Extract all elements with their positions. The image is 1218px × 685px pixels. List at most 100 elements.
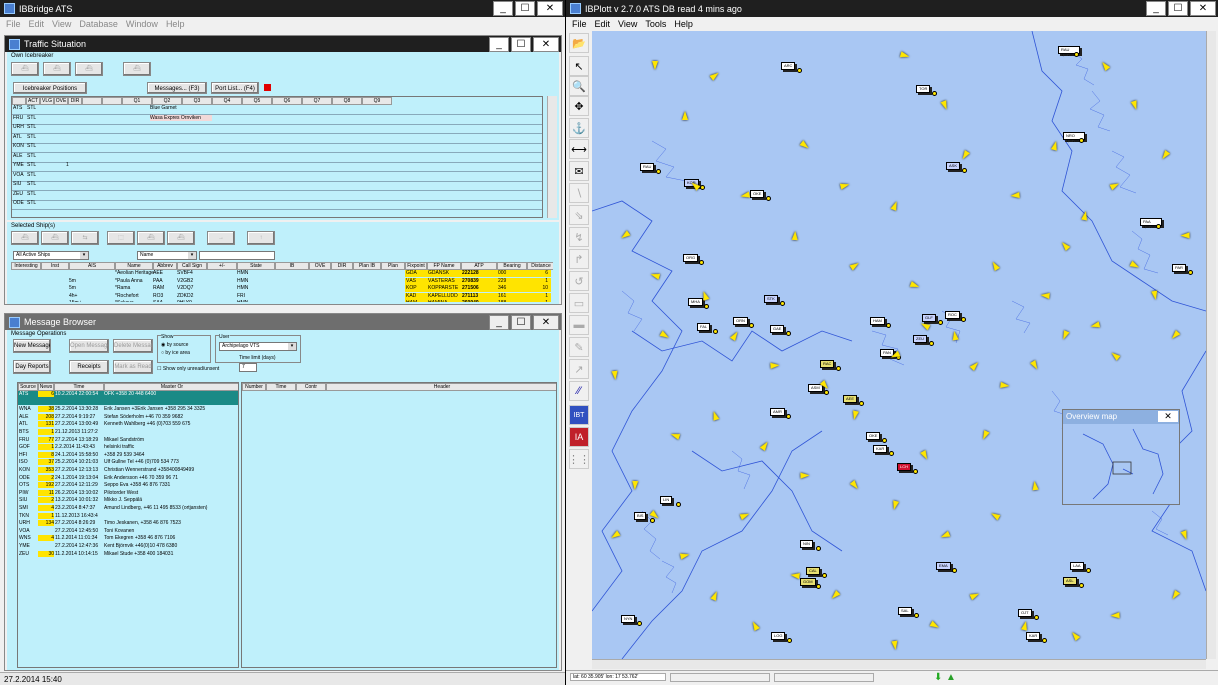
- close-icon[interactable]: ✕: [1158, 411, 1178, 422]
- icebreaker-code[interactable]: SIU: [13, 181, 26, 187]
- message-list-header[interactable]: Header: [326, 383, 556, 391]
- ship-arrow-icon[interactable]: [790, 571, 800, 580]
- ibbridge-titlebar[interactable]: IBBridge ATS _ ☐ ✕: [0, 0, 565, 17]
- menu-item-tools[interactable]: Tools: [645, 19, 666, 29]
- message-source-row[interactable]: FRU 77 27.2.2014 13:18:29 Mikael Sandström: [18, 436, 238, 444]
- minimize-icon[interactable]: _: [1146, 1, 1166, 16]
- ship-tool-7[interactable]: →: [207, 231, 235, 245]
- icebreaker-code[interactable]: FRU: [13, 115, 26, 121]
- ship-column-header[interactable]: DIR: [331, 262, 353, 270]
- ship-label[interactable]: AEE: [843, 395, 858, 403]
- ship-column-header[interactable]: AIS: [69, 262, 115, 270]
- message-source-row[interactable]: HFI 8 24.1.2014 15:58:50 +358 29 539 3464: [18, 451, 238, 459]
- maximize-icon[interactable]: ☐: [515, 1, 535, 16]
- minimize-icon[interactable]: _: [493, 1, 513, 16]
- ship-label[interactable]: ZEU: [913, 335, 927, 343]
- icebreaker-positions-button[interactable]: Icebreaker Positions: [13, 82, 87, 94]
- ship-row[interactable]: 15m+ *SakayaSAA9HLY9 HMN HAMHAMINA260949188…: [11, 300, 551, 302]
- message-source-row[interactable]: BTS 1 21.12.2013 11:27:2: [18, 429, 238, 436]
- map-horizontal-scrollbar[interactable]: [592, 659, 1206, 669]
- ship-arrow-icon[interactable]: [891, 640, 899, 651]
- ship-column-header[interactable]: FP Name: [427, 262, 461, 270]
- message-source-row[interactable]: WNA 38 25.2.2014 13:30:28 Erik Jansen +3Eri…: [18, 406, 238, 413]
- ship-tool-1[interactable]: ⛴: [11, 231, 39, 245]
- message-source-row[interactable]: TKN 1 11.12.2013 16:43:4: [18, 512, 238, 520]
- menu-item-database[interactable]: Database: [79, 19, 118, 29]
- ship-label[interactable]: AMR: [770, 408, 785, 416]
- ship-arrow-icon[interactable]: [1010, 192, 1020, 199]
- message-source-row[interactable]: [18, 399, 238, 406]
- ib-tool-3[interactable]: ⛴: [75, 62, 103, 76]
- icebreaker-code[interactable]: VOA: [13, 172, 26, 178]
- draw-icon-3[interactable]: ↯: [569, 227, 589, 247]
- message-source-row[interactable]: SIU 2 13.2.2014 10:01:32 Mikko J. Seppälä: [18, 497, 238, 504]
- open-message-button[interactable]: Open Message: [69, 339, 109, 353]
- maximize-icon[interactable]: ☐: [511, 315, 531, 330]
- traffic-grid-scrollbar[interactable]: [547, 96, 557, 218]
- message-source-row[interactable]: VOA 27.2.2014 12:45:50 Toni Kovanen: [18, 528, 238, 535]
- menu-item-help[interactable]: Help: [674, 19, 693, 29]
- ship-label[interactable]: ASL: [1063, 577, 1077, 585]
- ship-label[interactable]: ARC: [781, 62, 796, 70]
- sort-select[interactable]: Name ▾: [137, 251, 197, 260]
- ship-label[interactable]: OJT: [1018, 609, 1032, 617]
- ship-label[interactable]: LOG: [771, 632, 786, 640]
- ship-row[interactable]: 4h+ *Rochefort RO3 ZDKD2 FRI KAD KAPELLUDD 2711…: [11, 292, 551, 300]
- icebreaker-code[interactable]: ODE: [13, 200, 26, 206]
- draw-icon-1[interactable]: ∖: [569, 183, 589, 203]
- message-column-header[interactable]: News: [38, 383, 54, 391]
- ship-arrow-icon[interactable]: [651, 60, 659, 71]
- ship-label[interactable]: TOR: [916, 85, 931, 93]
- ship-tool-6[interactable]: ⛴: [167, 231, 195, 245]
- ship-column-header[interactable]: Inst: [41, 262, 69, 270]
- ship-tool-8[interactable]: ↑: [247, 231, 275, 245]
- ship-arrow-icon[interactable]: [1040, 292, 1050, 299]
- line-icon[interactable]: ⁄⁄: [569, 381, 589, 401]
- zoom-icon[interactable]: 🔍: [569, 76, 589, 96]
- ship-label[interactable]: CAL: [806, 567, 820, 575]
- ib-tool-2[interactable]: ⛴: [43, 62, 71, 76]
- message-source-row[interactable]: ATL 131 27.2.2014 13:00:49 Kenneth Wahlberg…: [18, 421, 238, 428]
- message-column-header[interactable]: Source: [18, 383, 38, 391]
- ship-column-header[interactable]: IB: [275, 262, 309, 270]
- ship-label[interactable]: EMA: [936, 562, 951, 570]
- time-limit-input[interactable]: 7: [239, 363, 257, 372]
- messages-button[interactable]: Messages... (F3): [147, 82, 207, 94]
- ship-column-header[interactable]: Fixpoint: [405, 262, 427, 270]
- ship-column-header[interactable]: State: [237, 262, 275, 270]
- ship-column-header[interactable]: ATP: [461, 262, 497, 270]
- ship-arrow-icon[interactable]: [791, 230, 799, 241]
- ship-arrow-icon[interactable]: [1110, 612, 1120, 619]
- ship-label[interactable]: ORN: [733, 317, 748, 325]
- ship-label[interactable]: OKE: [866, 432, 881, 440]
- ship-label[interactable]: SAL: [898, 607, 912, 615]
- menu-item-view[interactable]: View: [618, 19, 637, 29]
- ship-label[interactable]: RAU: [640, 163, 655, 171]
- draw-icon-8[interactable]: ✎: [569, 337, 589, 357]
- ship-arrow-icon[interactable]: [1031, 480, 1039, 491]
- ship-row[interactable]: 5m *Rama RAM V2DQ7 HMN KOP KOPPARSTE 271506 346 1…: [11, 285, 551, 292]
- grid-layer-icon[interactable]: ⋮⋮: [568, 449, 590, 469]
- close-icon[interactable]: ✕: [537, 1, 563, 16]
- message-source-row[interactable]: GOF 1 2.2.2014 11:43:43 helsinki traffic: [18, 444, 238, 451]
- draw-icon-7[interactable]: ▬: [569, 315, 589, 335]
- message-source-row[interactable]: YME 27.2.2014 12:47:36 Kent Björnvik +46(0…: [18, 543, 238, 550]
- menu-item-file[interactable]: File: [6, 19, 21, 29]
- ship-column-header[interactable]: ÖVE: [309, 262, 331, 270]
- pan-icon[interactable]: ✥: [569, 96, 589, 116]
- draw-icon-2[interactable]: ⇘: [569, 205, 589, 225]
- ia-layer-icon[interactable]: IA: [569, 427, 589, 447]
- pointer-icon[interactable]: ↖: [569, 56, 589, 76]
- icebreaker-code[interactable]: ATS: [13, 105, 26, 111]
- ship-label[interactable]: STK: [764, 295, 778, 303]
- ship-column-header[interactable]: Call Sign: [177, 262, 207, 270]
- close-icon[interactable]: ✕: [533, 37, 559, 52]
- draw-icon-9[interactable]: ↗: [569, 359, 589, 379]
- ship-column-header[interactable]: Interesting: [11, 262, 41, 270]
- ship-arrow-icon[interactable]: [951, 330, 959, 341]
- ship-label[interactable]: KAR: [873, 445, 888, 453]
- ship-arrow-icon[interactable]: [1151, 290, 1159, 301]
- ship-label[interactable]: LIN: [660, 496, 673, 504]
- message-source-row[interactable]: SMI 4 23.2.2014 8:47:37 Amund Lindberg, +46…: [18, 505, 238, 512]
- ship-label[interactable]: ROC: [945, 311, 960, 319]
